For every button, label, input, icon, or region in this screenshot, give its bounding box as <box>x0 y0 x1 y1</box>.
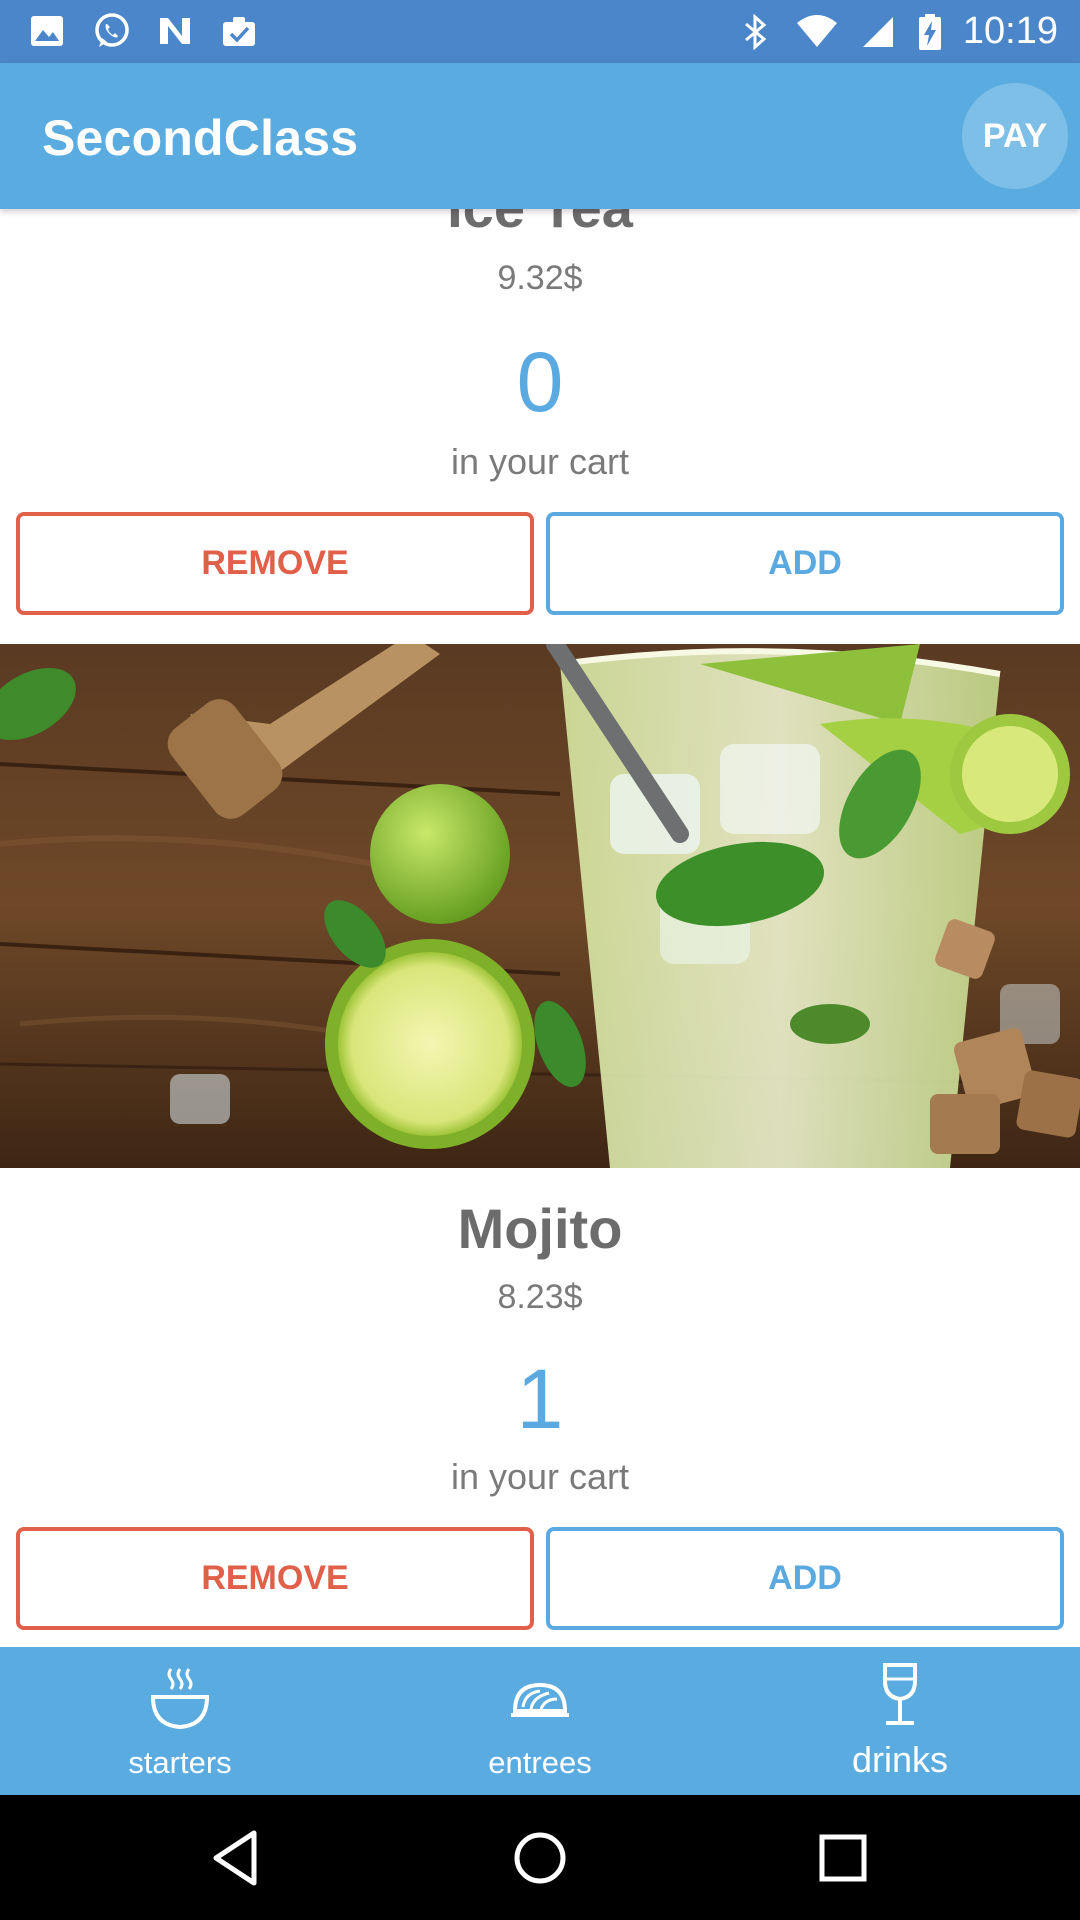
product-card-ice-tea: Ice Tea 9.32$ 0 in your cart REMOVE ADD <box>0 209 1080 644</box>
mojito-illustration <box>0 644 1080 1168</box>
product-name: Mojito <box>457 1197 623 1260</box>
bottom-navigation: starters entrees drinks <box>0 1647 1080 1795</box>
status-bar: 10:19 <box>0 0 1080 63</box>
wifi-icon <box>796 14 837 47</box>
clock: 10:19 <box>962 10 1058 52</box>
app-title: SecondClass <box>42 110 359 166</box>
nav-label-starters: starters <box>128 1745 232 1780</box>
add-button[interactable]: ADD <box>546 1527 1064 1630</box>
product-price: 8.23$ <box>497 1278 583 1316</box>
n-app-icon <box>160 18 190 44</box>
nav-label-entrees: entrees <box>488 1745 592 1780</box>
product-price: 9.32$ <box>497 259 583 297</box>
remove-button[interactable]: REMOVE <box>16 512 534 615</box>
remove-button[interactable]: REMOVE <box>16 1527 534 1630</box>
product-list[interactable]: Ice Tea 9.32$ 0 in your cart REMOVE ADD <box>0 209 1080 1647</box>
system-navigation-bar <box>0 1795 1080 1920</box>
battery-charging-icon <box>918 13 941 50</box>
cart-label: in your cart <box>450 1456 630 1497</box>
cart-count: 1 <box>516 1352 564 1446</box>
bluetooth-icon <box>744 13 767 50</box>
signal-icon <box>862 16 893 47</box>
product-name: Ice Tea <box>0 209 1080 240</box>
cart-count: 0 <box>516 335 564 429</box>
bowl-icon <box>150 1668 210 1730</box>
wine-glass-icon <box>883 1663 917 1725</box>
cart-label: in your cart <box>450 441 630 482</box>
pasta-dish-icon <box>511 1682 569 1717</box>
back-icon[interactable] <box>202 1823 272 1893</box>
mojito-photo <box>0 644 1080 1168</box>
nav-item-drinks[interactable]: drinks <box>720 1647 1080 1795</box>
image-icon <box>31 16 63 46</box>
pay-button[interactable]: PAY <box>962 83 1068 189</box>
clipboard-check-icon <box>223 17 255 46</box>
nav-item-starters[interactable]: starters <box>0 1647 360 1795</box>
product-card-mojito: Mojito 8.23$ 1 in your cart REMOVE ADD <box>0 1168 1080 1647</box>
recents-icon[interactable] <box>808 1823 878 1893</box>
add-button[interactable]: ADD <box>546 512 1064 615</box>
whatsapp-icon <box>95 13 129 47</box>
nav-item-entrees[interactable]: entrees <box>360 1647 720 1795</box>
nav-label-drinks: drinks <box>851 1739 949 1780</box>
home-icon[interactable] <box>505 1823 575 1893</box>
app-bar: SecondClass PAY <box>0 63 1080 209</box>
